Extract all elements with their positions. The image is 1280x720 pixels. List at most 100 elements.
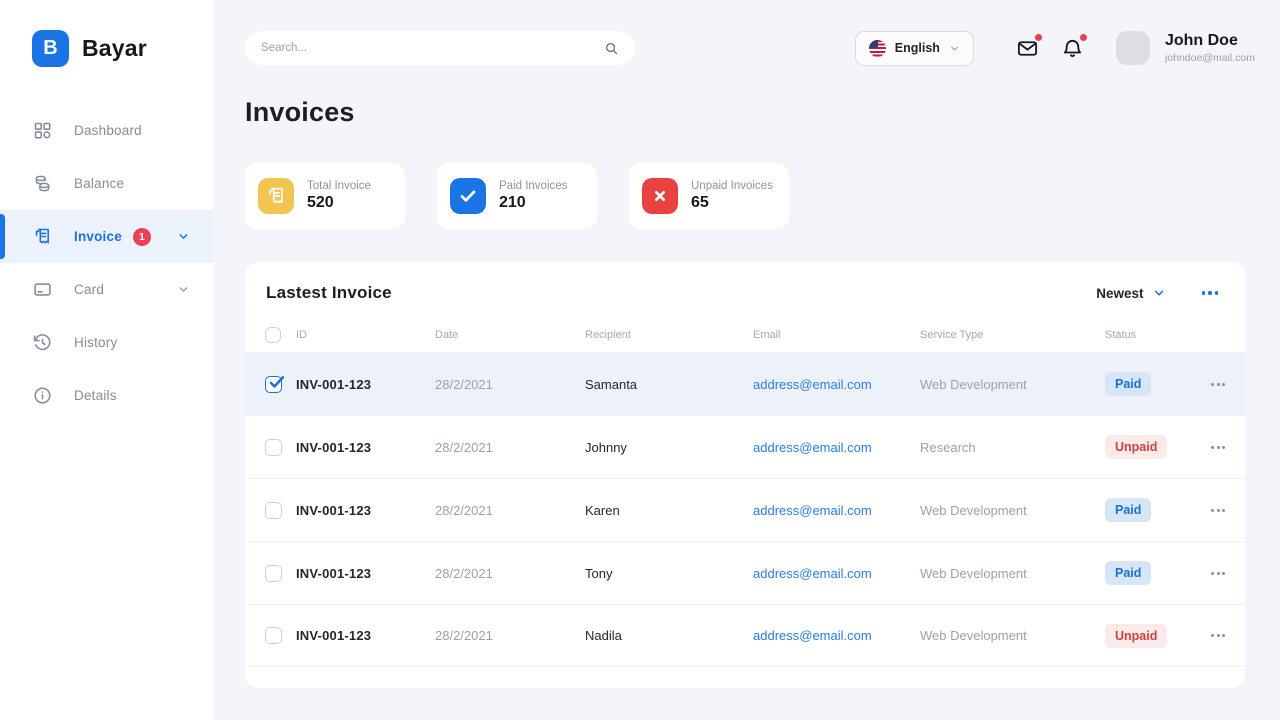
select-all-checkbox[interactable]: [265, 327, 281, 343]
mail-unread-dot: [1034, 33, 1042, 41]
sidebar-item-label: Invoice: [74, 229, 122, 244]
brand: B Bayar: [0, 0, 213, 67]
cell-id: INV-001-123: [296, 439, 372, 455]
row-checkbox[interactable]: [265, 564, 282, 582]
notifications-button[interactable]: [1061, 33, 1087, 60]
sidebar-item-label: History: [74, 335, 118, 350]
cell-service-type: Web Development: [920, 376, 1027, 392]
sidebar-item-label: Card: [74, 282, 105, 297]
cell-service-type: Web Development: [920, 502, 1027, 518]
language-selector[interactable]: English: [854, 30, 974, 66]
user-info: John Doe johndoe@mail.com: [1165, 32, 1255, 64]
cell-recipient: Tony: [585, 565, 613, 581]
sidebar-item-dashboard[interactable]: Dashboard: [0, 104, 213, 157]
row-menu-button[interactable]: [1211, 445, 1225, 449]
sidebar-item-card[interactable]: Card: [0, 263, 213, 316]
row-menu-button[interactable]: [1211, 382, 1225, 386]
brand-logo: B: [32, 30, 69, 67]
table-row[interactable]: INV-001-123 28/2/2021 Johnny address@email.…: [245, 415, 1245, 478]
cell-date: 28/2/2021: [435, 628, 493, 643]
sidebar-item-history[interactable]: History: [0, 316, 213, 369]
status-badge: Unpaid: [1105, 435, 1168, 459]
row-menu-button[interactable]: [1211, 571, 1225, 575]
stat-label: Paid Invoices: [499, 180, 568, 192]
cell-recipient: Nadila: [585, 628, 622, 643]
user-name: John Doe: [1164, 31, 1238, 49]
chevron-down-icon: [949, 43, 960, 54]
topbar-actions: English John Doe johndoe@mail.com: [854, 28, 1255, 68]
sidebar-item-invoice[interactable]: Invoice 1: [0, 210, 213, 263]
row-checkbox[interactable]: [265, 375, 285, 393]
row-checkbox[interactable]: [265, 627, 282, 644]
cell-email[interactable]: address@email.com: [753, 566, 920, 581]
cell-date: 28/2/2021: [435, 565, 493, 581]
app-root: B Bayar Dashboard Balance Invoice 1 Card: [0, 0, 1280, 720]
search-bar: [245, 31, 635, 65]
page-title: Invoices: [245, 97, 355, 127]
cell-date: 28/2/2021: [435, 439, 493, 455]
chevron-down-icon[interactable]: [177, 283, 190, 296]
cell-recipient: Karen: [585, 502, 620, 518]
cell-date: 28/2/2021: [435, 376, 493, 392]
table-card-header: Lastest Invoice Newest: [245, 262, 1245, 318]
sidebar-nav: Dashboard Balance Invoice 1 Card History: [0, 104, 213, 422]
table-header-row: ID Date Recipient Email Service Type Sta…: [245, 318, 1245, 352]
stat-card-unpaid-invoices: Unpaid Invoices 65: [629, 163, 789, 229]
table-menu-button[interactable]: [1201, 291, 1218, 295]
avatar[interactable]: [1115, 31, 1150, 65]
search-icon[interactable]: [604, 41, 619, 56]
table-body: INV-001-123 28/2/2021 Samanta address@email…: [245, 352, 1245, 667]
cell-recipient: Johnny: [585, 439, 627, 455]
sort-dropdown[interactable]: Newest: [1096, 286, 1165, 301]
cell-service-type: Web Development: [920, 565, 1027, 581]
row-checkbox[interactable]: [265, 438, 282, 456]
table-row[interactable]: INV-001-123 28/2/2021 Samanta address@email…: [245, 352, 1245, 415]
sidebar-item-label: Details: [74, 388, 117, 403]
invoice-icon: [32, 226, 53, 247]
chevron-down-icon[interactable]: [177, 230, 190, 243]
cell-email[interactable]: address@email.com: [753, 377, 920, 392]
row-checkbox[interactable]: [265, 501, 282, 519]
invoice-icon: [258, 178, 294, 214]
status-badge: Paid: [1105, 561, 1152, 585]
table-title: Lastest Invoice: [266, 283, 392, 302]
sidebar-item-label: Balance: [74, 176, 125, 191]
column-header-service-type: Service Type: [920, 329, 984, 341]
card-icon: [32, 279, 53, 300]
table-row[interactable]: INV-001-123 28/2/2021 Karen address@email.c…: [245, 478, 1245, 541]
status-badge: Paid: [1105, 498, 1152, 522]
stat-card-total-invoice: Total Invoice 520: [245, 163, 405, 229]
stat-value: 520: [307, 194, 334, 211]
check-icon: [450, 178, 486, 214]
user-email: johndoe@mail.com: [1164, 52, 1255, 65]
status-badge: Paid: [1105, 372, 1152, 396]
column-header-date: Date: [435, 329, 459, 341]
cell-email[interactable]: address@email.com: [753, 440, 920, 455]
status-badge: Unpaid: [1105, 623, 1168, 648]
column-header-id: ID: [296, 329, 307, 341]
x-icon: [642, 178, 678, 214]
sidebar: B Bayar Dashboard Balance Invoice 1 Card: [0, 0, 213, 720]
cell-service-type: Research: [920, 439, 976, 455]
latest-invoice-card: Lastest Invoice Newest ID Date Recipient…: [245, 262, 1245, 688]
cell-service-type: Web Development: [920, 628, 1027, 643]
mail-button[interactable]: [1016, 33, 1042, 60]
sidebar-item-details[interactable]: Details: [0, 369, 213, 422]
stat-label: Unpaid Invoices: [691, 180, 773, 192]
table-row[interactable]: INV-001-123 28/2/2021 Nadila address@email.…: [245, 604, 1245, 667]
coins-icon: [32, 173, 53, 194]
row-menu-button[interactable]: [1211, 508, 1225, 512]
us-flag-icon: [868, 39, 886, 57]
sort-label: Newest: [1096, 285, 1144, 301]
table-row[interactable]: INV-001-123 28/2/2021 Tony address@email.co…: [245, 541, 1245, 604]
cell-email[interactable]: address@email.com: [753, 628, 920, 643]
row-menu-button[interactable]: [1211, 634, 1225, 637]
cell-email[interactable]: address@email.com: [753, 503, 920, 518]
sidebar-item-balance[interactable]: Balance: [0, 157, 213, 210]
column-header-status: Status: [1105, 329, 1137, 341]
cell-recipient: Samanta: [585, 376, 638, 392]
search-input[interactable]: [261, 42, 604, 54]
cell-date: 28/2/2021: [435, 502, 493, 518]
cell-id: INV-001-123: [296, 628, 372, 643]
cell-id: INV-001-123: [296, 376, 372, 392]
